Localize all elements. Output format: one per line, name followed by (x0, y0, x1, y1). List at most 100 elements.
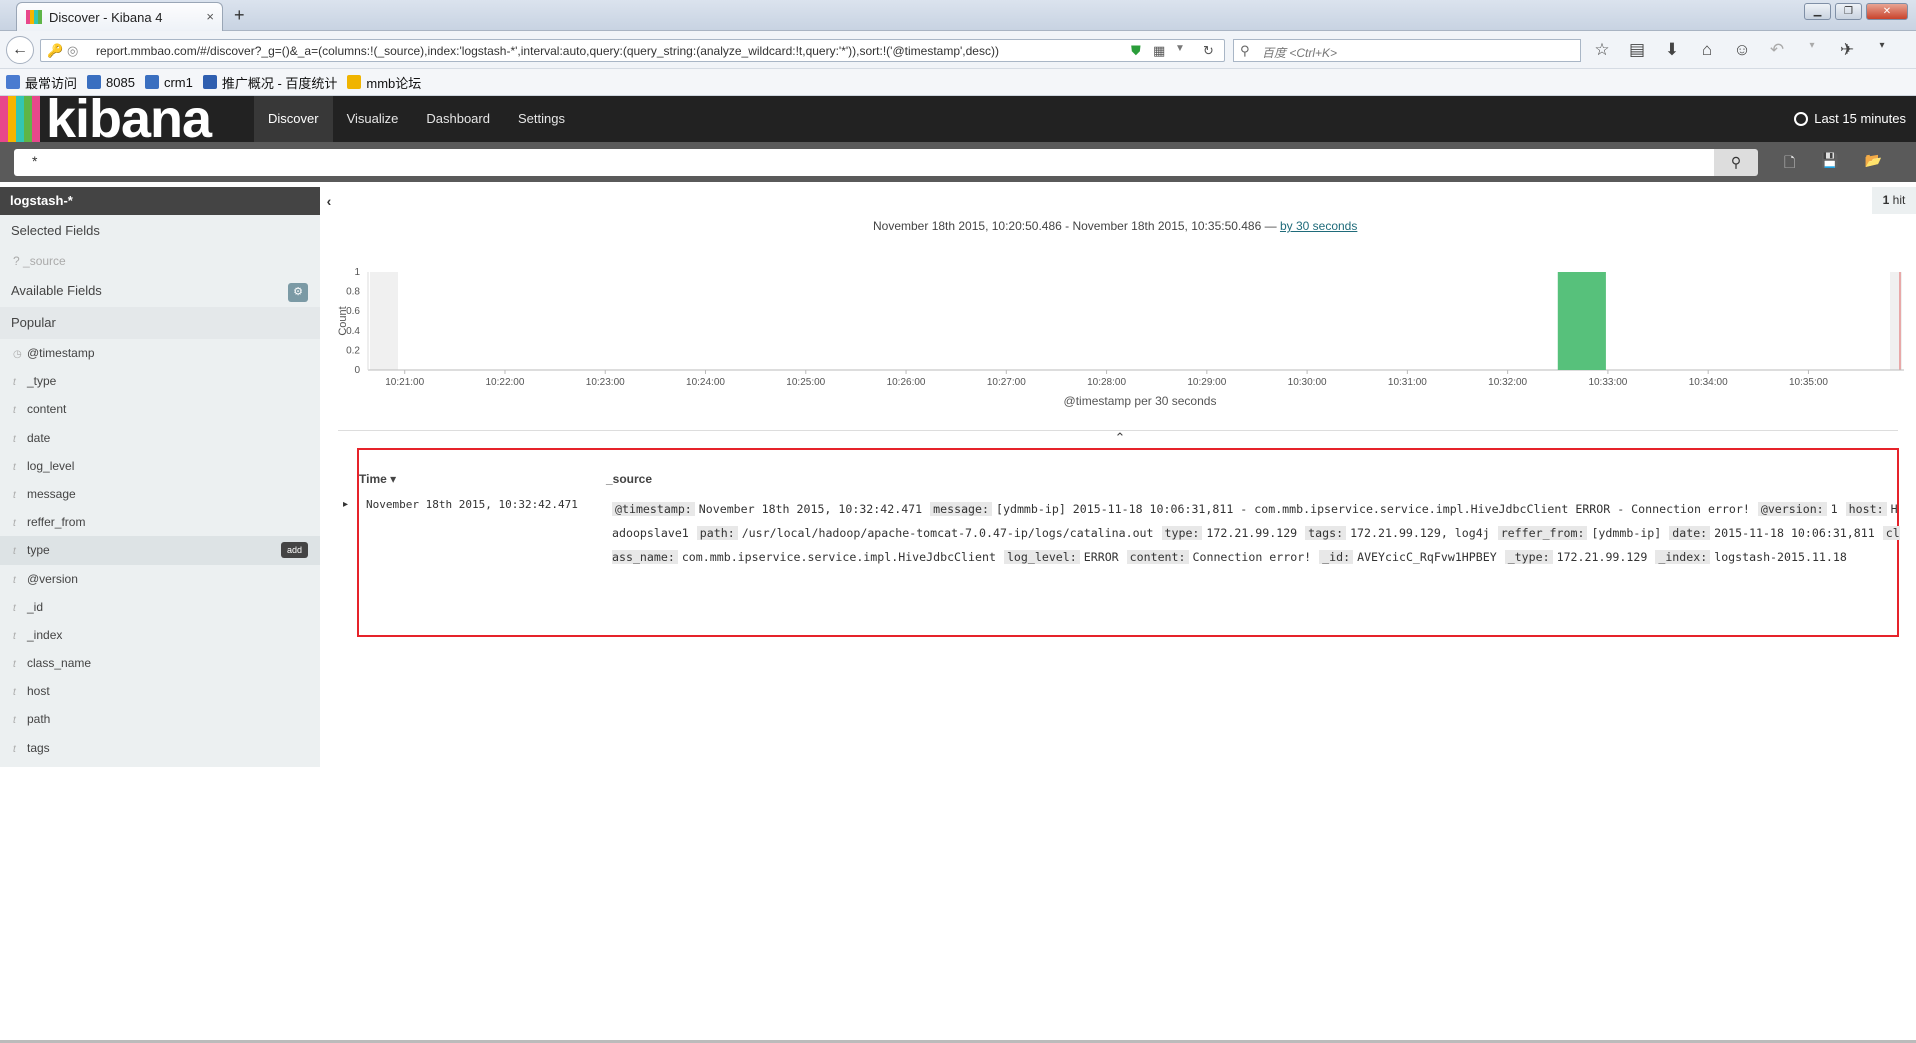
x-tick-label: 10:22:00 (486, 377, 525, 388)
nav-tab-settings[interactable]: Settings (504, 96, 579, 142)
source-key: tags: (1305, 526, 1347, 540)
field-name: reffer_from (27, 515, 86, 530)
back-button[interactable]: ← (6, 36, 34, 64)
source-key: host: (1845, 502, 1887, 516)
x-tick-label: 10:27:00 (987, 377, 1026, 388)
query-input[interactable]: * (14, 149, 1714, 176)
query-bar: * ⚲ 🗋 💾 📂 (0, 142, 1916, 182)
kibana-logo-text: kibana (46, 89, 212, 149)
field-item[interactable]: t host (0, 677, 320, 705)
reading-list-icon[interactable]: ▤ (1625, 40, 1649, 60)
download-icon[interactable]: ⬇ (1660, 40, 1684, 60)
string-type-icon: t (13, 461, 16, 473)
field-item[interactable]: t class_name (0, 649, 320, 677)
field-item[interactable]: t reffer_from (0, 508, 320, 536)
nav-tab-discover[interactable]: Discover (254, 96, 333, 142)
search-box[interactable]: ⚲ 百度 <Ctrl+K> (1233, 39, 1581, 62)
bookmark-label: crm1 (163, 74, 193, 90)
field-item[interactable]: t _index (0, 621, 320, 649)
source-value: 172.21.99.129 (1206, 526, 1298, 540)
field-name: @version (27, 571, 78, 586)
bookmark-item[interactable]: 8085 (87, 75, 135, 90)
search-button[interactable]: ⚲ (1714, 149, 1758, 176)
source-key: _id: (1319, 550, 1354, 564)
home-icon[interactable]: ⌂ (1695, 40, 1719, 60)
save-search-icon[interactable]: 💾 (1821, 152, 1838, 176)
undo-dropdown-icon[interactable]: ▾ (1800, 40, 1824, 60)
field-item[interactable]: t _id (0, 593, 320, 621)
field-item[interactable]: t message (0, 480, 320, 508)
index-pattern-selector[interactable]: logstash-* (0, 187, 320, 215)
field-name: type (27, 543, 50, 558)
browser-tab[interactable]: Discover - Kibana 4 × (16, 2, 223, 31)
dropdown-icon[interactable]: ▼ (1175, 43, 1185, 54)
new-search-icon[interactable]: 🗋 (1784, 152, 1795, 176)
selected-field-source[interactable]: ? _source (0, 247, 320, 275)
bookmark-item[interactable]: 推广概况 - 百度统计 (202, 73, 338, 92)
extension-icon[interactable]: ✈ (1835, 40, 1859, 60)
selected-fields-header: Selected Fields (11, 223, 100, 238)
source-key: type: (1161, 526, 1203, 540)
string-type-icon: t (13, 687, 16, 699)
collapse-sidebar-button[interactable]: ‹ (320, 187, 338, 215)
kibana-logo[interactable]: kibana (0, 89, 212, 149)
chevron-up-icon[interactable]: ⌃ (1100, 430, 1140, 446)
field-name: @timestamp (27, 346, 95, 360)
gear-icon[interactable]: ⚙ (288, 283, 308, 302)
field-item[interactable]: t @version (0, 565, 320, 593)
y-tick-label: 0 (354, 365, 360, 376)
expand-row-icon[interactable]: ▸ (343, 499, 348, 510)
field-item[interactable]: t content (0, 395, 320, 423)
nav-tab-visualize[interactable]: Visualize (333, 96, 413, 142)
identity-icon[interactable]: 🔑 (47, 43, 63, 59)
interval-link[interactable]: by 30 seconds (1280, 219, 1357, 233)
close-window-button[interactable]: ✕ (1866, 3, 1908, 20)
minimize-button[interactable]: ▁ (1804, 3, 1831, 20)
bookmark-item[interactable]: crm1 (144, 74, 193, 90)
bookmark-item[interactable]: mmb论坛 (347, 73, 421, 92)
field-name: date (27, 430, 51, 445)
time-column-header[interactable]: Time ▾ (359, 472, 396, 486)
x-tick-label: 10:32:00 (1488, 377, 1527, 388)
bookmark-label: 8085 (106, 74, 135, 90)
browser-tab-bar: Discover - Kibana 4 × + ▁ ❐ ✕ (0, 0, 1916, 31)
string-type-icon: t (13, 602, 16, 614)
chat-icon[interactable]: ☺ (1730, 40, 1754, 60)
field-sidebar: logstash-* Selected Fields ? _source Ava… (0, 187, 320, 767)
add-field-button[interactable]: add (280, 542, 308, 559)
window-controls: ▁ ❐ ✕ (1804, 3, 1908, 20)
undo-icon[interactable]: ↶ (1765, 40, 1789, 60)
reload-icon[interactable]: ↻ (1203, 43, 1214, 59)
field-item[interactable]: ◷ @timestamp (0, 339, 320, 367)
restore-button[interactable]: ❐ (1835, 3, 1862, 20)
field-name: class_name (27, 656, 92, 671)
field-item[interactable]: t tags (0, 734, 320, 762)
field-item[interactable]: t type add (0, 536, 320, 565)
qr-code-icon[interactable]: ▦ (1153, 43, 1165, 59)
field-item[interactable]: t log_level (0, 452, 320, 480)
nav-tab-dashboard[interactable]: Dashboard (412, 96, 504, 142)
source-value: Connection error! (1192, 550, 1312, 564)
field-name: path (27, 712, 51, 727)
bookmark-label: 推广概况 - 百度统计 (221, 75, 338, 91)
field-name: message (27, 486, 76, 501)
field-item[interactable]: t date (0, 424, 320, 452)
x-tick-label: 10:29:00 (1187, 377, 1226, 388)
shield-icon[interactable]: ⛊ (1131, 43, 1141, 59)
new-tab-button[interactable]: + (234, 5, 245, 26)
open-search-icon[interactable]: 📂 (1865, 152, 1882, 176)
kibana-navbar: kibana Discover Visualize Dashboard Setting… (0, 89, 1916, 149)
close-tab-icon[interactable]: × (206, 9, 214, 24)
toolbar-icons: ☆ ▤ ⬇ ⌂ ☺ ↶ ▾ ✈ ▾ ≡ (1590, 40, 1916, 60)
bookmark-star-icon[interactable]: ☆ (1590, 40, 1614, 60)
search-actions: 🗋 💾 📂 (1784, 152, 1882, 176)
time-picker[interactable]: Last 15 minutes (1794, 111, 1906, 126)
y-tick-label: 1 (354, 267, 360, 278)
search-icon: ⚲ (1730, 154, 1742, 170)
field-item[interactable]: t _type (0, 367, 320, 395)
bookmark-icon (87, 75, 102, 89)
url-bar[interactable]: 🔑 ◎ report.mmbao.com/#/discover?_g=()&_a… (40, 39, 1225, 62)
bookmark-icon (347, 75, 362, 89)
extension-dropdown-icon[interactable]: ▾ (1870, 40, 1894, 60)
field-item[interactable]: t path (0, 705, 320, 733)
